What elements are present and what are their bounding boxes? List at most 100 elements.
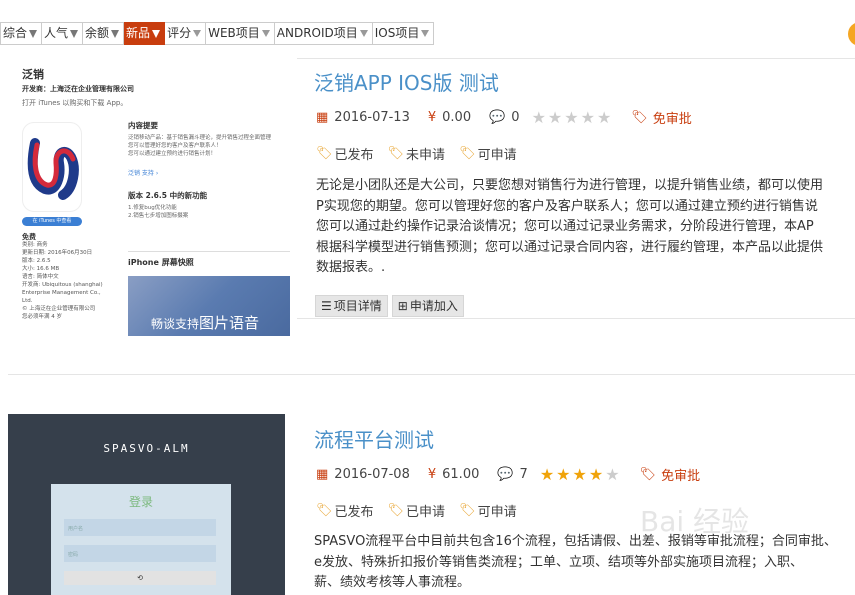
description-line: SPASVO流程平台中目前共包含16个流程，包括请假、出差、报销等审批流程；合同… xyxy=(314,534,837,549)
item-title[interactable]: 泛销APP IOS版 测试 xyxy=(314,67,499,96)
description-line: 无论是小团队还是大公司，只要您想对销售行为进行管理，以提升销售业绩，都可以使用 xyxy=(316,178,824,193)
calendar-icon: ▦ xyxy=(316,110,329,125)
filter-icon xyxy=(193,30,202,37)
app-name: 泛销 xyxy=(22,68,44,81)
app-desc-text: 泛销移动产品：基于销售漏斗理论，提升销售过程全面管理 您可以管理好您的客户及客户… xyxy=(128,135,272,157)
star-icon: ★ xyxy=(539,465,555,484)
status-tag-label: 可申请 xyxy=(477,148,517,163)
star-icon: ★ xyxy=(596,108,612,127)
project-detail-button[interactable]: ☰ 项目详情 xyxy=(315,295,388,317)
filter-icon xyxy=(261,30,270,37)
app-version-text: 1.修复bug优化功能 2.销售七步增加图标摄案 xyxy=(128,205,189,219)
divider xyxy=(297,318,855,319)
itunes-button[interactable]: 在 iTunes 中查看 xyxy=(22,217,82,226)
status-tag: 🏷 已发布 xyxy=(316,501,374,520)
app-screenshot-heading: iPhone 屏幕快照 xyxy=(128,251,290,271)
apply-join-label: 申请加入 xyxy=(409,299,458,313)
item-meta: ▦ 2016-07-08 ¥ 61.00 💬 7 ★ ★ ★ ★ ★ 🏷 免审批 xyxy=(316,465,700,484)
tag-icon: 🏷 xyxy=(316,503,333,518)
status-tag-label: 已申请 xyxy=(406,505,446,520)
approval-text: 免审批 xyxy=(652,112,692,127)
status-tag-label: 已发布 xyxy=(334,505,374,520)
sort-item[interactable]: 评分 xyxy=(165,22,207,45)
sort-item-label: WEB项目 xyxy=(208,26,260,40)
item-price: 61.00 xyxy=(442,467,480,482)
sort-item-label: ANDROID项目 xyxy=(276,26,358,40)
status-tag-label: 未申请 xyxy=(406,148,446,163)
password-field: 密码 xyxy=(64,545,216,562)
item-description: 无论是小团队还是大公司，只要您想对销售行为进行管理，以提升销售业绩，都可以使用 P… xyxy=(316,176,855,279)
corner-badge[interactable] xyxy=(848,22,855,46)
item-comments: 7 xyxy=(519,467,528,482)
yen-icon: ¥ xyxy=(427,110,437,125)
sort-item-label: 综合 xyxy=(3,26,28,40)
item-thumbnail[interactable]: SPASVO-ALM 登录 用户名 密码 ⟲ xyxy=(8,414,285,595)
apply-join-button[interactable]: ⊞ 申请加入 xyxy=(391,295,464,317)
tag-icon: 🏷 xyxy=(387,503,405,518)
sort-item[interactable]: WEB项目 xyxy=(206,22,275,45)
status-tag: 🏷 已发布 xyxy=(316,144,374,163)
login-title: 登录 xyxy=(128,495,153,509)
approval-text: 免审批 xyxy=(661,469,701,484)
star-icon: ★ xyxy=(580,108,595,127)
description-line: 薪、绩效考核等人事流程。 xyxy=(314,575,471,590)
status-tag: 🏷 可申请 xyxy=(459,501,517,520)
item-title[interactable]: 流程平台测试 xyxy=(314,424,434,453)
app-screenshot: 畅谈支持图片语音 xyxy=(128,276,290,336)
description-line: 您可以通过赴约操作记录洽谈情况；您可以通过记录业务需求，分阶段进行管理，本AP xyxy=(316,219,814,234)
item-tags: 🏷 已发布 🏷 已申请 🏷 可申请 xyxy=(316,501,531,520)
page: 综合 人气 余额 新品 评分 WEB项目 ANDROID项目 IOS项目 泛销 开发商：上海泛… xyxy=(0,0,855,595)
item-date: 2016-07-08 xyxy=(334,467,410,482)
item-date: 2016-07-13 xyxy=(334,110,410,125)
sort-item-label: 余额 xyxy=(85,26,110,40)
tag-icon: 🏷 xyxy=(459,146,476,161)
list-icon: ☰ xyxy=(321,299,332,313)
sort-item[interactable]: 综合 xyxy=(0,22,43,45)
description-line: 根据科学模型进行销售预测；您可以通过记录合同内容，进行履约管理，本产品以此提供 xyxy=(316,239,824,255)
tag-icon: 🏷 xyxy=(639,467,657,482)
item-thumbnail[interactable]: 泛销 开发商：上海泛在企业管理有限公司 打开 iTunes 以购买和下载 App… xyxy=(8,58,293,340)
filter-icon xyxy=(421,30,430,37)
status-tag: 🏷 已申请 xyxy=(388,501,446,520)
app-logo xyxy=(22,122,82,212)
divider xyxy=(297,58,855,59)
status-tag: 🏷 未申请 xyxy=(388,144,446,163)
arrow-down-icon xyxy=(29,29,38,38)
description-line: P实现您的期望。您可以管理好您的客户及客户联系人；您可以通过建立预约进行销售说 xyxy=(316,198,818,214)
tag-icon: 🏷 xyxy=(459,503,476,518)
divider xyxy=(8,374,855,375)
alm-logo: SPASVO-ALM xyxy=(103,442,190,455)
project-detail-label: 项目详情 xyxy=(333,299,382,313)
star-icon: ★ xyxy=(564,108,579,127)
star-icon: ★ xyxy=(605,465,620,484)
comment-icon: 💬 xyxy=(489,110,506,125)
app-more-link[interactable]: 泛销 支持 › xyxy=(128,168,158,177)
plus-icon: ⊞ xyxy=(397,299,408,313)
tag-icon: 🏷 xyxy=(387,146,405,161)
sort-item[interactable]: ANDROID项目 xyxy=(274,22,373,45)
rating-stars: ★ ★ ★ ★ ★ xyxy=(532,108,614,127)
approval-label: 🏷 免审批 xyxy=(640,465,701,484)
tag-icon: 🏷 xyxy=(631,110,648,125)
app-version-heading: 版本 2.6.5 中的新功能 xyxy=(128,191,208,200)
star-icon: ★ xyxy=(547,108,563,127)
item-comments: 0 xyxy=(511,110,520,125)
item-price: 0.00 xyxy=(442,110,472,125)
sort-item[interactable]: 余额 xyxy=(83,22,125,45)
app-developer: 开发商：上海泛在企业管理有限公司 xyxy=(22,85,134,93)
star-icon: ★ xyxy=(556,465,571,484)
sort-item[interactable]: 新品 xyxy=(124,22,166,45)
star-icon: ★ xyxy=(572,465,587,484)
status-tag: 🏷 可申请 xyxy=(459,144,517,163)
sort-item-label: IOS项目 xyxy=(374,26,420,40)
sort-item-label: 评分 xyxy=(167,26,192,40)
sort-bar: 综合 人气 余额 新品 评分 WEB项目 ANDROID项目 IOS项目 xyxy=(0,22,435,45)
filter-icon xyxy=(359,30,368,37)
login-panel: 登录 用户名 密码 ⟲ xyxy=(51,484,231,595)
star-icon: ★ xyxy=(588,465,604,484)
sort-item[interactable]: IOS项目 xyxy=(372,22,435,45)
star-icon: ★ xyxy=(531,108,546,127)
sort-item[interactable]: 人气 xyxy=(42,22,84,45)
status-tag-label: 已发布 xyxy=(334,148,374,163)
description-line: 数据报表。. xyxy=(316,260,386,275)
